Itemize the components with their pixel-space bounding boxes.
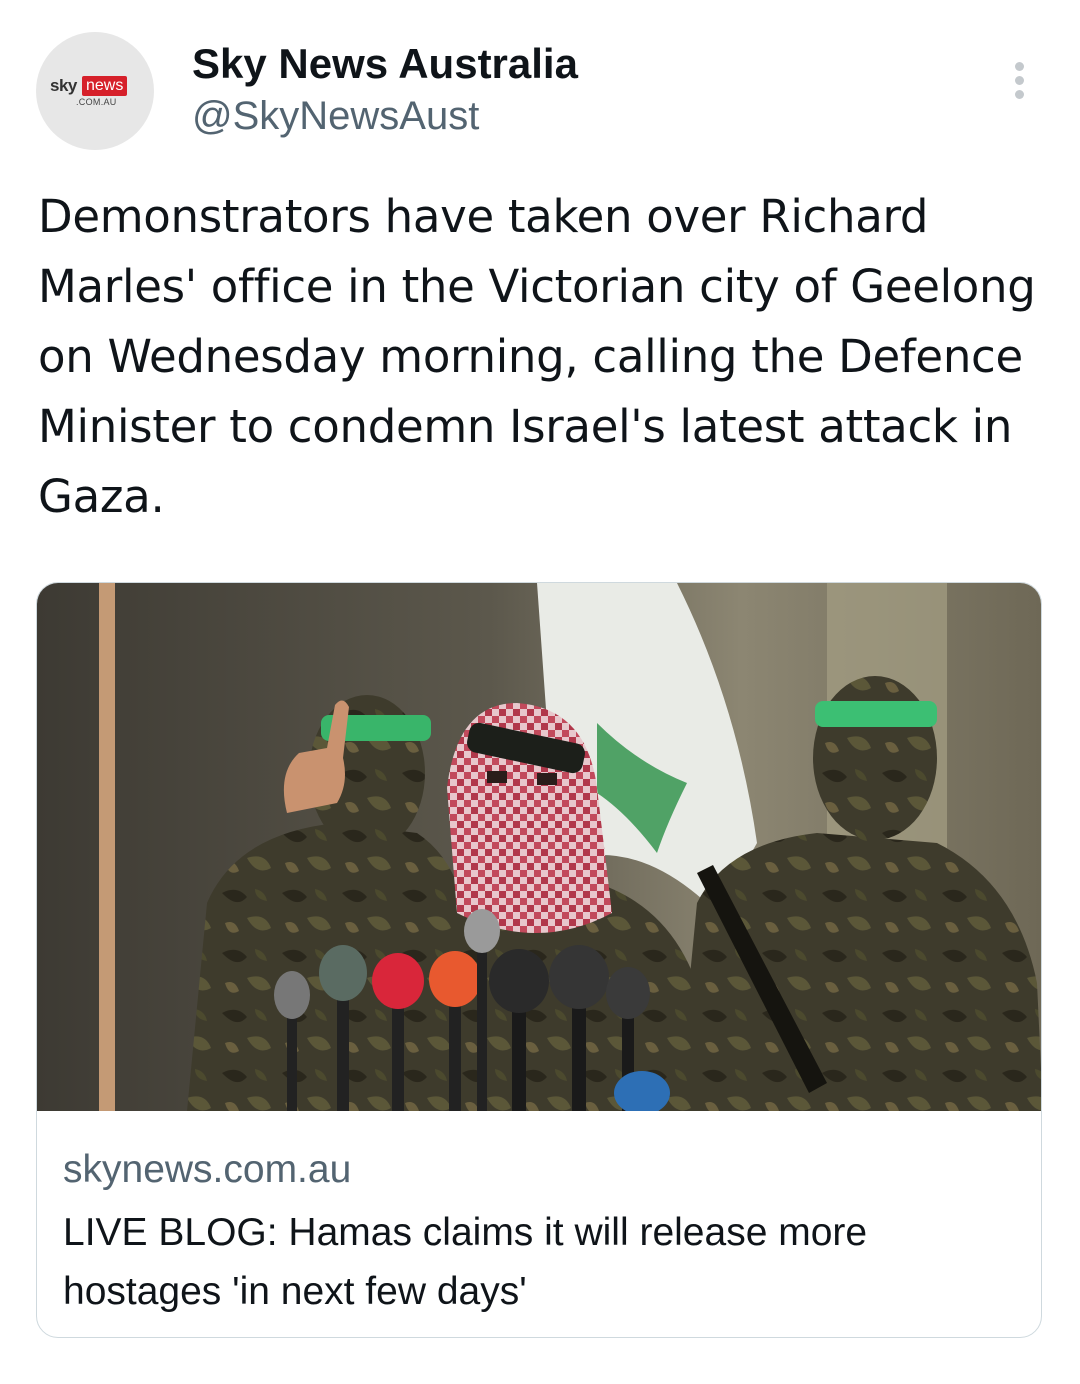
- tweet-text: Demonstrators have taken over Richard Ma…: [38, 190, 1036, 523]
- card-image[interactable]: [37, 583, 1042, 1111]
- card-domain: skynews.com.au: [63, 1148, 352, 1191]
- more-dot: [1015, 90, 1024, 99]
- logo-domain-text: .COM.AU: [76, 97, 117, 107]
- avatar[interactable]: sky news .COM.AU: [36, 32, 154, 150]
- more-options-icon[interactable]: [1006, 58, 1034, 106]
- tweet: sky news .COM.AU Sky News Australia @Sky…: [0, 0, 1080, 1384]
- logo-sky-text: sky: [50, 76, 77, 95]
- card-title[interactable]: LIVE BLOG: Hamas claims it will release …: [63, 1203, 1023, 1321]
- link-card[interactable]: skynews.com.au LIVE BLOG: Hamas claims i…: [36, 582, 1042, 1338]
- more-dot: [1015, 62, 1024, 71]
- author-handle[interactable]: @SkyNewsAust: [192, 90, 479, 142]
- logo-news-text: news: [82, 76, 128, 96]
- more-dot: [1015, 76, 1024, 85]
- author-display-name[interactable]: Sky News Australia: [192, 38, 578, 90]
- sky-news-logo: sky news .COM.AU: [50, 76, 142, 108]
